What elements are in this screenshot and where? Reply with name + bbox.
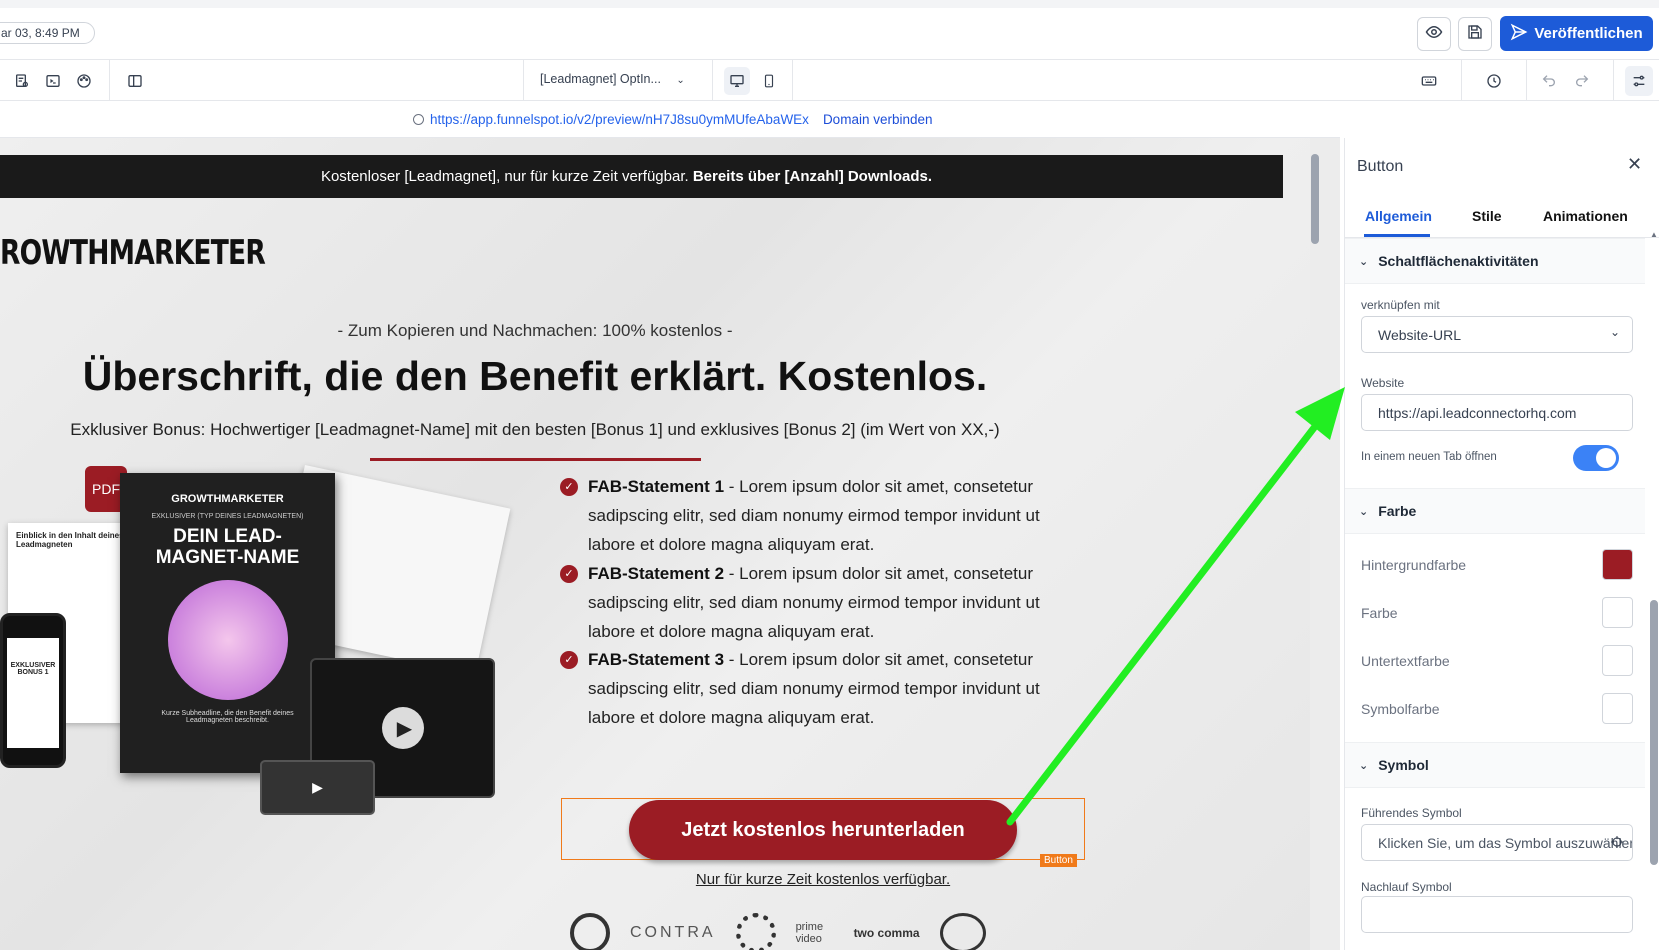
- subtext-color-swatch[interactable]: [1602, 645, 1633, 676]
- text-color-swatch[interactable]: [1602, 597, 1633, 628]
- pre-headline[interactable]: - Zum Kopieren und Nachmachen: 100% kost…: [0, 321, 1070, 341]
- logo-contra: CONTRA: [630, 924, 716, 941]
- panel-tabs: Allgemein Stile Animationen: [1345, 194, 1659, 238]
- chevron-down-icon: ⌄: [676, 75, 685, 86]
- save-icon: [1467, 24, 1483, 45]
- panel-scrollbar[interactable]: ▲: [1650, 230, 1658, 950]
- announcement-bold: Bereits über [Anzahl] Downloads.: [692, 168, 933, 185]
- subtext-color-row[interactable]: Untertextfarbe: [1361, 645, 1633, 676]
- undo-icon[interactable]: [1540, 72, 1558, 90]
- fab-statement-1[interactable]: ✓ FAB-Statement 1 - Lorem ipsum dolor si…: [560, 472, 1088, 559]
- leading-symbol-picker[interactable]: Klicken Sie, um das Symbol auszuwählen: [1361, 824, 1633, 861]
- check-circle-icon: ✓: [560, 651, 578, 669]
- leading-symbol-label: Führendes Symbol: [1361, 806, 1462, 820]
- new-tab-label: In einem neuen Tab öffnen: [1361, 451, 1497, 463]
- publish-label: Veröffentlichen: [1534, 25, 1643, 42]
- editor-canvas: Kostenloser [Leadmagnet], nur für kurze …: [0, 138, 1340, 950]
- trailing-symbol-label: Nachlauf Symbol: [1361, 880, 1452, 894]
- page-headline[interactable]: Überschrift, die den Benefit erklärt. Ko…: [0, 353, 1070, 400]
- section-button-actions[interactable]: ⌄ Schaltflächenaktivitäten: [1345, 238, 1645, 284]
- announcement-text: Kostenloser [Leadmagnet], nur für kurze …: [320, 168, 689, 185]
- code-icon[interactable]: [44, 72, 62, 90]
- active-tab-indicator: [1364, 234, 1430, 237]
- tab-animationen[interactable]: Animationen: [1543, 208, 1628, 224]
- check-circle-icon: ✓: [560, 478, 578, 496]
- tab-stile[interactable]: Stile: [1472, 208, 1502, 224]
- history-icon[interactable]: [1485, 72, 1503, 90]
- canvas-scrollbar[interactable]: [1310, 148, 1320, 928]
- icon-color-swatch[interactable]: [1602, 693, 1633, 724]
- play-icon: ▶: [312, 779, 323, 795]
- headline-divider: [370, 458, 701, 461]
- background-color-row[interactable]: Hintergrundfarbe: [1361, 549, 1633, 580]
- page-settings-icon[interactable]: [13, 72, 31, 90]
- chevron-down-icon: ⌄: [1359, 255, 1369, 268]
- background-color-swatch[interactable]: [1602, 549, 1633, 580]
- chevron-down-icon: ⌄: [1609, 325, 1620, 339]
- editor-toolbar: [Leadmagnet] OptIn... ⌄: [0, 60, 1659, 101]
- top-bar: ar 03, 8:49 PM Veröffentlichen: [0, 0, 1659, 60]
- website-url-input[interactable]: https://api.leadconnectorhq.com: [1361, 394, 1633, 431]
- section-color[interactable]: ⌄ Farbe: [1345, 488, 1645, 534]
- fab-statement-3[interactable]: ✓ FAB-Statement 3 - Lorem ipsum dolor si…: [560, 645, 1088, 732]
- palette-icon[interactable]: [75, 72, 93, 90]
- crosshair-icon: [1610, 835, 1624, 852]
- play-icon: ▶: [381, 707, 424, 749]
- page-selector-label: [Leadmagnet] OptIn...: [540, 72, 661, 86]
- layout-columns-icon[interactable]: [126, 72, 144, 90]
- section-symbol[interactable]: ⌄ Symbol: [1345, 742, 1645, 788]
- publish-button[interactable]: Veröffentlichen: [1500, 16, 1653, 51]
- fab-statement-2[interactable]: ✓ FAB-Statement 2 - Lorem ipsum dolor si…: [560, 559, 1088, 646]
- ebook-cover: GROWTHMARKETER EXKLUSIVER (TYP DEINES LE…: [120, 473, 335, 773]
- product-mockup-image[interactable]: Einblick in den Inhalt deines Leadmagnet…: [0, 463, 511, 950]
- last-saved-date: ar 03, 8:49 PM: [0, 22, 95, 44]
- logo-gear: [735, 913, 776, 950]
- save-button[interactable]: [1458, 17, 1492, 51]
- logo-circle-g: [570, 913, 610, 950]
- megaphone-illustration: [167, 580, 288, 700]
- announcement-bar[interactable]: Kostenloser [Leadmagnet], nur für kurze …: [0, 155, 1283, 198]
- close-icon[interactable]: ✕: [1627, 154, 1642, 175]
- desktop-view-icon[interactable]: [724, 67, 750, 95]
- trailing-symbol-picker[interactable]: [1361, 896, 1633, 933]
- text-color-row[interactable]: Farbe: [1361, 597, 1633, 628]
- trust-logos[interactable]: CONTRA prime video two comma: [570, 913, 1080, 950]
- chevron-down-icon: ⌄: [1359, 759, 1369, 772]
- cta-subtext[interactable]: Nur für kurze Zeit kostenlos verfügbar.: [560, 871, 1086, 888]
- status-circle-icon: [413, 114, 424, 125]
- preview-url-bar: https://app.funnelspot.io/v2/preview/nH7…: [0, 101, 1340, 138]
- check-circle-icon: ✓: [560, 565, 578, 583]
- preview-url-link[interactable]: https://app.funnelspot.io/v2/preview/nH7…: [430, 112, 809, 127]
- phone-mockup: EXKLUSIVER BONUS 1: [0, 613, 66, 768]
- preview-button[interactable]: [1417, 17, 1451, 51]
- redo-icon[interactable]: [1573, 72, 1591, 90]
- connect-domain-link[interactable]: Domain verbinden: [823, 112, 933, 127]
- mobile-view-icon[interactable]: [760, 72, 778, 90]
- element-settings-panel: Button ✕ Allgemein Stile Animationen ⌄ S…: [1344, 138, 1659, 950]
- link-label: verknüpfen mit: [1361, 298, 1440, 312]
- video-thumbnail-small: ▶: [260, 760, 375, 815]
- logo-two-comma: two comma: [853, 926, 920, 940]
- chevron-down-icon: ⌄: [1359, 505, 1369, 518]
- cta-button[interactable]: Jetzt kostenlos herunterladen: [629, 800, 1017, 860]
- page-selector[interactable]: [Leadmagnet] OptIn... ⌄: [540, 72, 685, 86]
- logo-prime-video: prime video: [795, 921, 824, 945]
- panel-title: Button: [1357, 158, 1404, 175]
- website-label: Website: [1361, 376, 1405, 390]
- settings-sliders-icon[interactable]: [1625, 66, 1653, 96]
- link-type-select[interactable]: Website-URL ⌄: [1361, 316, 1633, 353]
- tab-allgemein[interactable]: Allgemein: [1365, 208, 1432, 224]
- sub-headline[interactable]: Exklusiver Bonus: Hochwertiger [Leadmagn…: [0, 420, 1070, 440]
- brand-logo[interactable]: ROWTHMARKETER: [0, 233, 266, 273]
- logo-badge: [939, 913, 986, 950]
- selection-tag: Button: [1040, 854, 1077, 867]
- new-tab-toggle[interactable]: [1573, 445, 1619, 471]
- eye-icon: [1425, 23, 1443, 46]
- keyboard-icon[interactable]: [1420, 72, 1438, 90]
- send-icon: [1510, 23, 1528, 45]
- icon-color-row[interactable]: Symbolfarbe: [1361, 693, 1633, 724]
